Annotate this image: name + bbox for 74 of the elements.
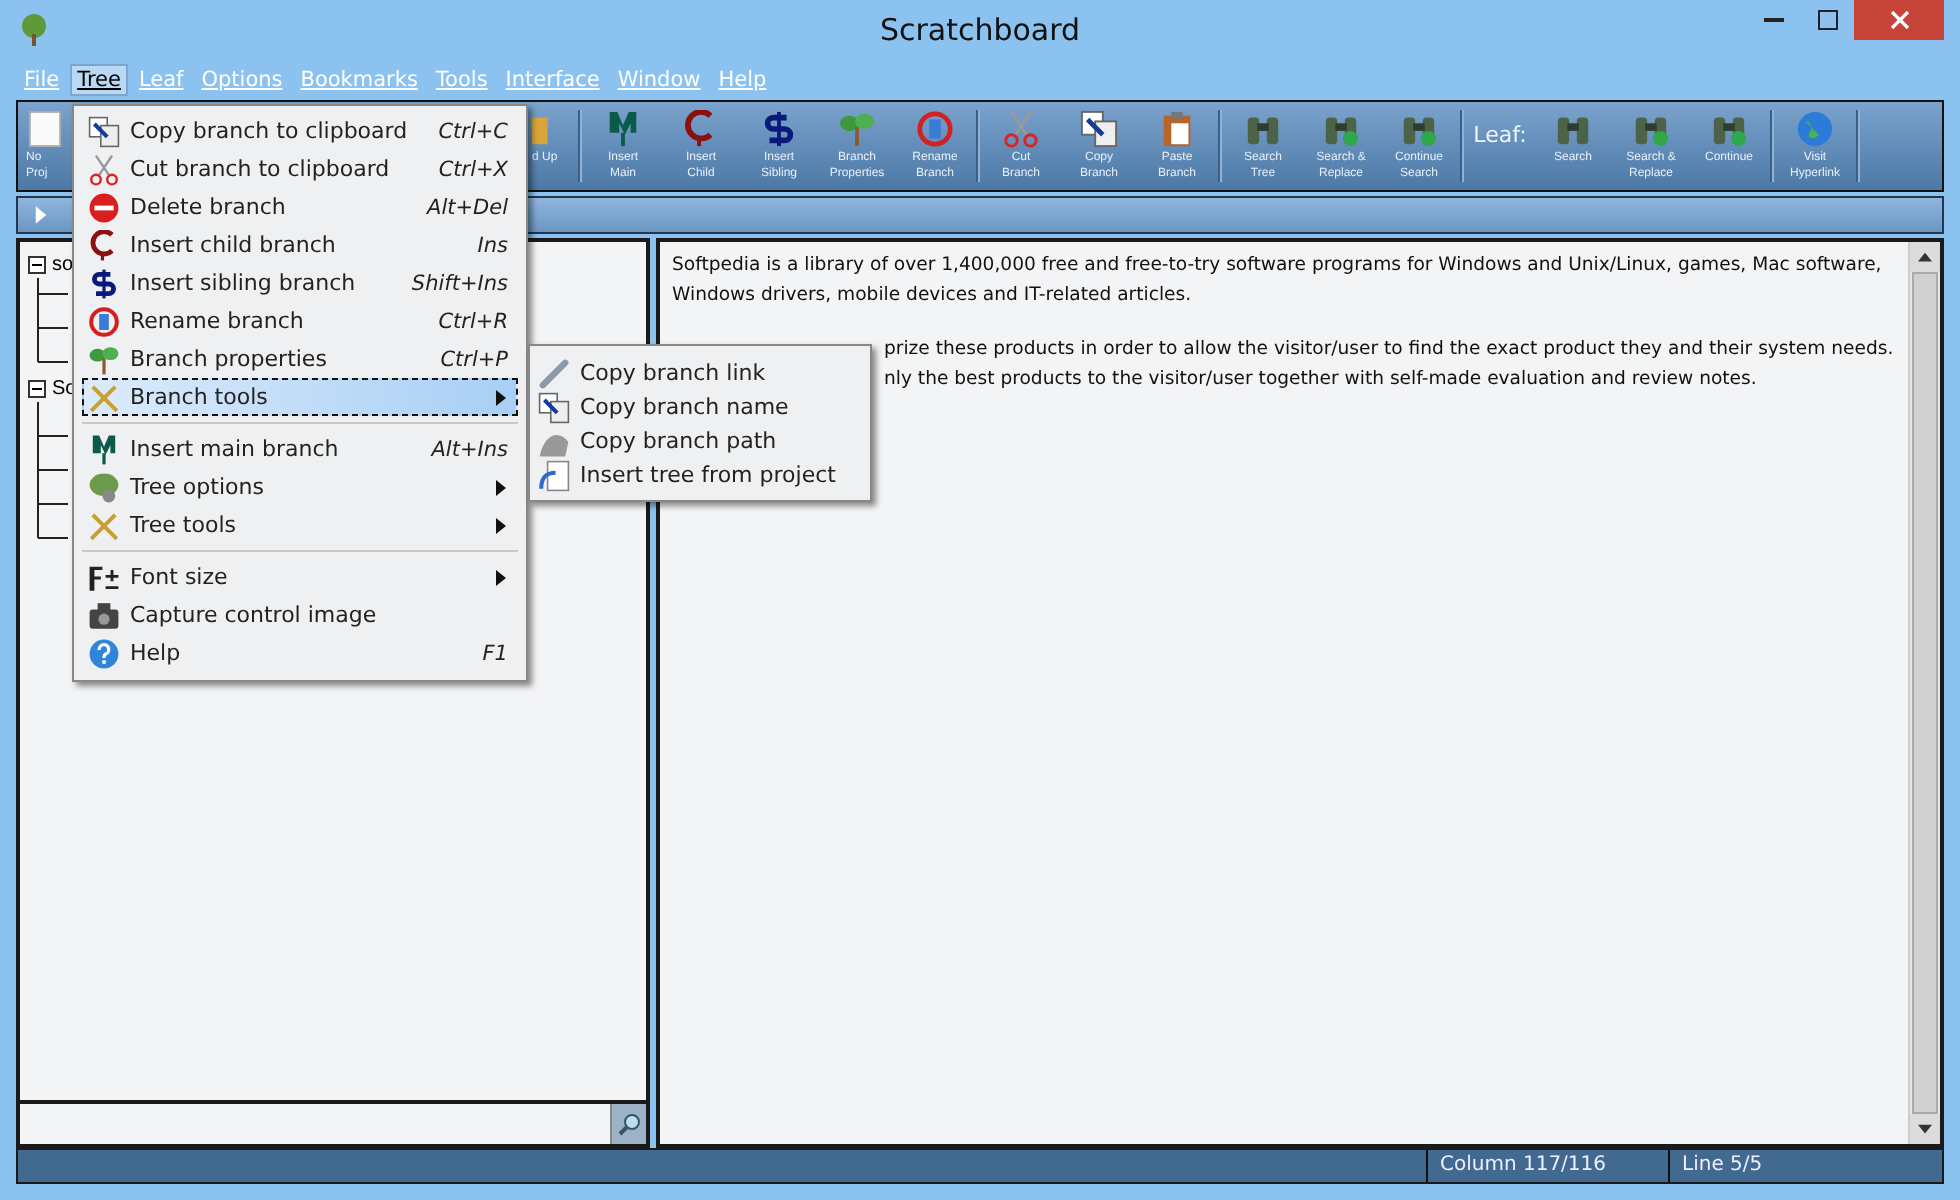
search-button[interactable] xyxy=(610,1104,646,1144)
menu-item[interactable]: Interface xyxy=(497,64,608,96)
import-icon xyxy=(538,459,570,491)
search-icon xyxy=(617,1112,641,1136)
scissors-icon xyxy=(1002,110,1040,148)
play-icon[interactable] xyxy=(34,206,48,224)
menu-item[interactable]: Branch tools xyxy=(82,378,518,416)
scroll-down-icon xyxy=(1918,1124,1932,1134)
menu-item[interactable]: Branch properties Ctrl+P xyxy=(82,340,518,378)
scissors-icon xyxy=(88,153,120,185)
menu-item[interactable]: Help F1 xyxy=(82,634,518,672)
menu-item[interactable]: Options xyxy=(193,64,291,96)
camera-icon xyxy=(88,599,120,631)
menu-item[interactable]: Bookmarks xyxy=(292,64,426,96)
copy-icon xyxy=(88,115,120,147)
leaves-icon xyxy=(88,343,120,375)
delete-icon xyxy=(88,191,120,223)
page-icon xyxy=(26,110,64,148)
text-line: nly the best products to the visitor/user together with self-made evaluation and review notes. xyxy=(884,366,1757,394)
copy-icon xyxy=(538,391,570,423)
collapse-icon[interactable] xyxy=(28,379,46,397)
maximize-icon xyxy=(1817,10,1837,30)
leaves-icon xyxy=(838,110,876,148)
minimize-icon xyxy=(1763,18,1783,22)
dollar-icon xyxy=(760,110,798,148)
menu-item[interactable]: Copy branch name xyxy=(530,390,870,424)
globe-icon xyxy=(1796,110,1834,148)
menu-item[interactable]: Insert sibling branch Shift+Ins xyxy=(82,264,518,302)
text-line: Windows drivers, mobile devices and IT-related articles. xyxy=(672,282,1192,310)
menu-item[interactable]: Copy branch path xyxy=(530,424,870,458)
cedilla-icon xyxy=(88,229,120,261)
status-text: Column 117/116 xyxy=(1426,1150,1668,1182)
help-icon xyxy=(88,637,120,669)
close-icon xyxy=(1889,10,1909,30)
menu-item[interactable]: Window xyxy=(609,64,709,96)
rename-icon xyxy=(88,305,120,337)
menu-item[interactable]: Delete branch Alt+Del xyxy=(82,188,518,226)
tools-icon xyxy=(88,381,120,413)
letter-m-icon xyxy=(88,433,120,465)
menu-item[interactable]: Tree options xyxy=(82,468,518,506)
scrollbar[interactable] xyxy=(1908,242,1940,1144)
menu-item[interactable]: File xyxy=(16,64,68,96)
menu-item[interactable]: Insert tree from project xyxy=(530,458,870,492)
status-text: Line 5/5 xyxy=(1668,1150,1942,1182)
tree-icon xyxy=(18,14,50,46)
menu-item[interactable]: Copy branch link xyxy=(530,356,870,390)
menu-item[interactable]: Tree xyxy=(69,64,129,96)
toolbar-label: Leaf: xyxy=(1471,121,1529,147)
dollar-icon xyxy=(88,267,120,299)
menu-item[interactable]: Insert child branch Ins xyxy=(82,226,518,264)
node-label[interactable]: so xyxy=(52,253,74,275)
rename-icon xyxy=(916,110,954,148)
scroll-up-icon xyxy=(1918,252,1932,262)
menu-item[interactable]: Help xyxy=(710,64,775,96)
menu-item[interactable]: Rename branch Ctrl+R xyxy=(82,302,518,340)
text-line: Softpedia is a library of over 1,400,000 free and free-to-try software programs for Windows and Unix/Linux, games, Mac software, xyxy=(672,252,1882,280)
close-button[interactable] xyxy=(1854,0,1944,40)
menu-item[interactable]: Insert main branch Alt+Ins xyxy=(82,430,518,468)
text-line: prize these products in order to allow the visitor/user to find the exact product they and their system needs. xyxy=(884,336,1894,364)
collapse-icon[interactable] xyxy=(28,255,46,273)
menu-item[interactable]: Capture control image xyxy=(82,596,518,634)
menu-item[interactable]: Tools xyxy=(427,64,496,96)
tools-icon xyxy=(88,509,120,541)
copy-icon xyxy=(1080,110,1118,148)
tree-icon xyxy=(88,471,120,503)
letter-m-icon xyxy=(604,110,642,148)
font-size-icon xyxy=(88,561,120,593)
menu-item[interactable]: Cut branch to clipboard Ctrl+X xyxy=(82,150,518,188)
menu-item[interactable]: Font size xyxy=(82,558,518,596)
menu-item[interactable]: Tree tools xyxy=(82,506,518,544)
window-title: Scratchboard xyxy=(877,12,1083,48)
clipboard-icon xyxy=(1158,110,1196,148)
menu-item[interactable]: Leaf xyxy=(130,64,192,96)
menu-item[interactable]: Copy branch to clipboard Ctrl+C xyxy=(82,112,518,150)
